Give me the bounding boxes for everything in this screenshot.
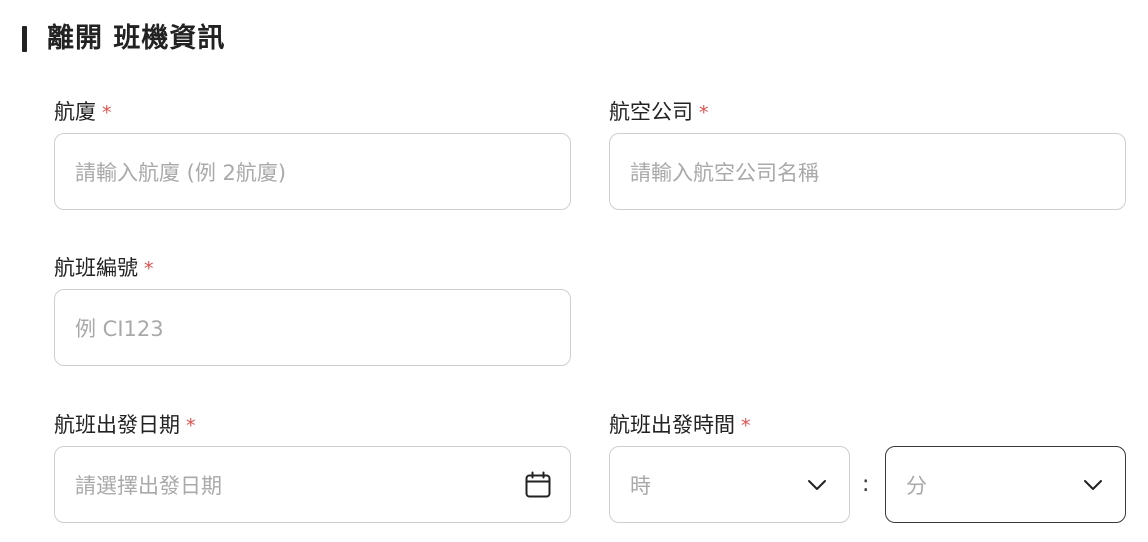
departure-date-label-text: 航班出發日期: [54, 413, 180, 437]
airline-input[interactable]: 請輸入航空公司名稱: [609, 133, 1126, 210]
flight-number-label-text: 航班編號: [54, 256, 138, 280]
departure-time-label: 航班出發時間 *: [609, 412, 751, 439]
departure-time-field: 航班出發時間 * 時 : 分: [609, 412, 1126, 523]
airline-field: 航空公司 * 請輸入航空公司名稱: [609, 99, 1126, 210]
required-mark: *: [144, 258, 154, 280]
hour-select[interactable]: 時: [609, 446, 850, 523]
required-mark: *: [186, 415, 196, 437]
chevron-down-icon[interactable]: [1079, 471, 1107, 499]
required-mark: *: [699, 102, 709, 124]
departure-date-label: 航班出發日期 *: [54, 412, 196, 439]
terminal-placeholder: 請輸入航廈 (例 2航廈): [75, 160, 287, 185]
calendar-icon[interactable]: [524, 471, 552, 499]
flight-number-label: 航班編號 *: [54, 255, 154, 282]
departure-time-label-text: 航班出發時間: [609, 413, 735, 437]
departure-date-input[interactable]: 請選擇出發日期: [54, 446, 571, 523]
airline-placeholder: 請輸入航空公司名稱: [630, 160, 819, 185]
flight-number-input[interactable]: 例 CI123: [54, 289, 571, 366]
time-separator: :: [862, 472, 870, 497]
terminal-input[interactable]: 請輸入航廈 (例 2航廈): [54, 133, 571, 210]
required-mark: *: [102, 102, 112, 124]
flight-number-placeholder: 例 CI123: [75, 316, 164, 341]
terminal-label-text: 航廈: [54, 100, 96, 124]
required-mark: *: [741, 415, 751, 437]
minute-select[interactable]: 分: [885, 446, 1126, 523]
section-accent-bar: [22, 26, 27, 52]
departure-date-field: 航班出發日期 * 請選擇出發日期: [54, 412, 571, 523]
section-header: 離開 班機資訊: [22, 24, 225, 54]
airline-label: 航空公司 *: [609, 99, 709, 126]
minute-placeholder: 分: [906, 473, 927, 498]
hour-placeholder: 時: [630, 473, 651, 498]
departure-date-placeholder: 請選擇出發日期: [75, 473, 222, 498]
airline-label-text: 航空公司: [609, 100, 693, 124]
terminal-label: 航廈 *: [54, 99, 112, 126]
flight-number-field: 航班編號 * 例 CI123: [54, 255, 571, 366]
terminal-field: 航廈 * 請輸入航廈 (例 2航廈): [54, 99, 571, 210]
section-title: 離開 班機資訊: [47, 23, 226, 54]
chevron-down-icon[interactable]: [803, 471, 831, 499]
